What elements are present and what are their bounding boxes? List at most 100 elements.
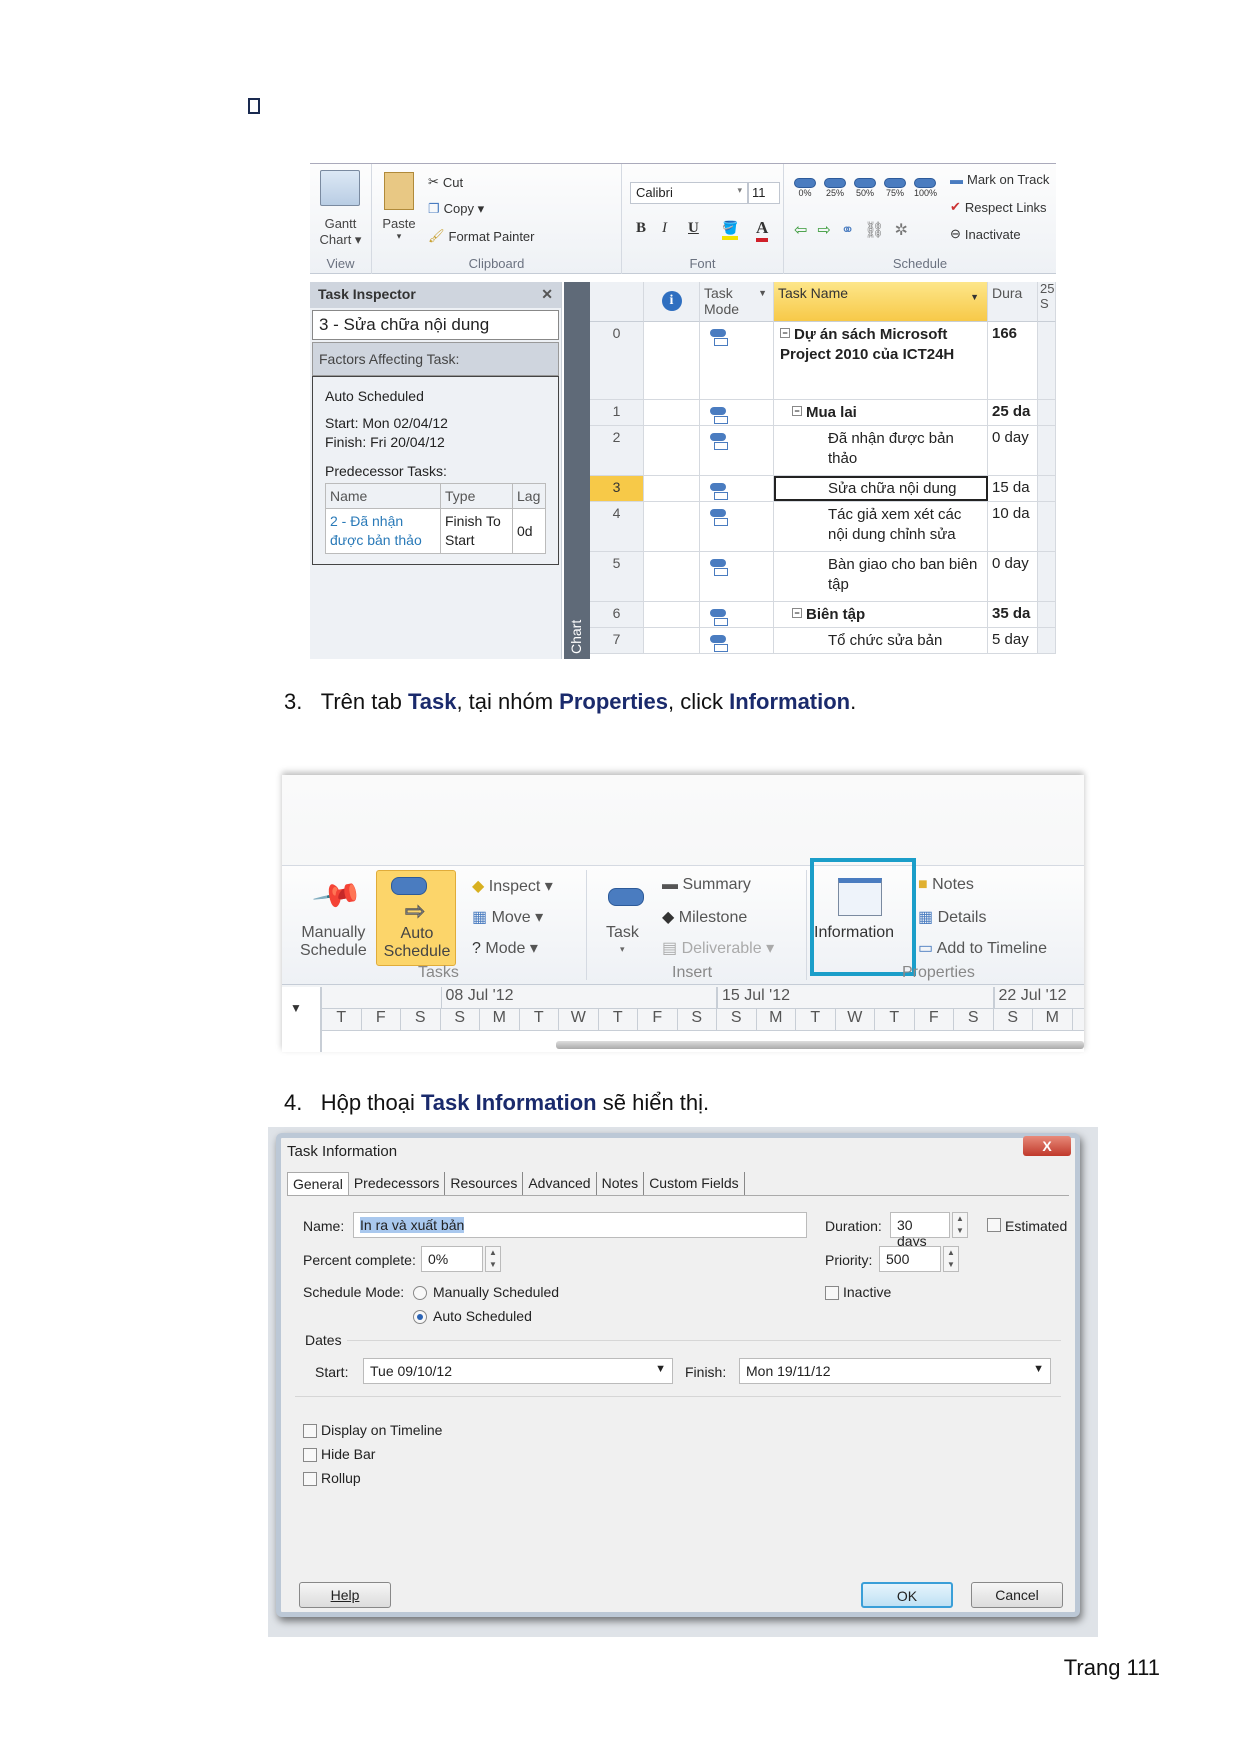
indent-icon[interactable]: ⇨ xyxy=(817,220,830,240)
estimated-checkbox[interactable] xyxy=(987,1218,1001,1232)
tab-notes[interactable]: Notes xyxy=(597,1172,645,1195)
task-name-cell[interactable]: − Mua lai xyxy=(774,400,988,425)
close-icon[interactable]: ✕ xyxy=(541,286,553,304)
task-row[interactable]: 7 Tổ chức sửa bản 5 day xyxy=(590,628,1056,654)
col-header-id[interactable] xyxy=(590,282,644,322)
respect-links-button[interactable]: ✔ Respect Links xyxy=(950,199,1047,215)
collapse-icon[interactable]: − xyxy=(792,608,802,618)
tab-resources[interactable]: Resources xyxy=(445,1172,524,1195)
col-header-duration[interactable]: Dura xyxy=(988,282,1038,322)
filter-dropdown-icon[interactable]: ▼ xyxy=(970,292,979,302)
underline-button[interactable]: U xyxy=(688,220,699,237)
auto-schedule-button[interactable]: ⇨ Auto Schedule xyxy=(376,870,456,966)
font-size-select[interactable]: 11 xyxy=(748,182,780,204)
priority-input[interactable]: 500 xyxy=(879,1246,941,1272)
font-color-button[interactable]: A xyxy=(756,218,769,242)
start-date-select[interactable]: Tue 09/10/12 ▼ xyxy=(363,1358,673,1384)
task-row[interactable]: 5 Bàn giao cho ban biên tập 0 day xyxy=(590,552,1056,602)
mode-button[interactable]: ? Mode ▾ xyxy=(472,938,538,958)
format-painter-button[interactable]: 🖌 Format Painter xyxy=(428,228,535,244)
pct-0-button[interactable]: 0% xyxy=(794,178,816,198)
name-input[interactable]: In ra và xuất bản xyxy=(353,1212,807,1238)
task-name-cell[interactable]: Bàn giao cho ban biên tập xyxy=(774,552,988,601)
collapse-icon[interactable]: − xyxy=(780,328,790,338)
highlight-color-button[interactable]: 🪣 xyxy=(722,220,739,240)
add-to-timeline-button[interactable]: ▭ Add to Timeline xyxy=(918,938,1047,958)
duration-cell[interactable]: 15 da xyxy=(988,476,1038,501)
milestone-button[interactable]: ◆ Milestone xyxy=(662,907,747,927)
copy-button[interactable]: ❐ Copy ▾ xyxy=(428,201,484,217)
task-row[interactable]: 1− Mua lai 25 da xyxy=(590,400,1056,426)
move-button[interactable]: ▦ Move ▾ xyxy=(472,907,543,927)
mark-on-track-button[interactable]: ▬ Mark on Track xyxy=(950,172,1049,187)
inactive-checkbox[interactable] xyxy=(825,1286,839,1300)
filter-dropdown-icon[interactable]: ▼ xyxy=(758,288,767,298)
duration-cell[interactable]: 0 day xyxy=(988,552,1038,601)
tab-predecessors[interactable]: Predecessors xyxy=(349,1172,446,1195)
col-header-task-mode[interactable]: Task Mode ▼ xyxy=(700,282,774,322)
link-tasks-icon[interactable]: ⛓ xyxy=(864,220,884,240)
font-family-select[interactable]: Calibri ▾ xyxy=(630,182,748,204)
tab-custom-fields[interactable]: Custom Fields xyxy=(644,1172,745,1195)
task-row[interactable]: 3 Sửa chữa nội dung 15 da xyxy=(590,476,1056,502)
tab-advanced[interactable]: Advanced xyxy=(523,1172,597,1195)
percent-complete-input[interactable]: 0% xyxy=(421,1246,483,1272)
duration-cell[interactable]: 25 da xyxy=(988,400,1038,425)
help-button[interactable]: Help xyxy=(299,1582,391,1608)
cancel-button[interactable]: Cancel xyxy=(971,1582,1063,1608)
cut-button[interactable]: ✂ Cut xyxy=(428,174,463,190)
duration-cell[interactable]: 5 day xyxy=(988,628,1038,653)
display-on-timeline-checkbox[interactable] xyxy=(303,1424,317,1438)
priority-spinner[interactable]: ▲ ▼ xyxy=(943,1246,959,1272)
ok-button[interactable]: OK xyxy=(861,1582,953,1608)
task-name-cell[interactable]: Đã nhận được bản thảo xyxy=(774,426,988,475)
col-header-info[interactable]: i xyxy=(644,282,700,322)
close-button[interactable]: X xyxy=(1023,1136,1071,1156)
task-row[interactable]: 2 Đã nhận được bản thảo 0 day xyxy=(590,426,1056,476)
duration-input[interactable]: 30 days xyxy=(890,1212,950,1249)
pct-100-button[interactable]: 100% xyxy=(914,178,937,198)
task-name-cell[interactable]: Sửa chữa nội dung xyxy=(774,476,988,501)
notes-button[interactable]: ■ Notes xyxy=(918,876,974,894)
duration-cell[interactable]: 35 da xyxy=(988,602,1038,627)
pct-25-button[interactable]: 25% xyxy=(824,178,846,198)
auto-scheduled-radio[interactable] xyxy=(413,1310,427,1324)
bold-button[interactable]: B xyxy=(636,220,646,237)
hide-bar-checkbox[interactable] xyxy=(303,1448,317,1462)
italic-button[interactable]: I xyxy=(662,220,667,237)
percent-spinner[interactable]: ▲ ▼ xyxy=(485,1246,501,1272)
pct-75-button[interactable]: 75% xyxy=(884,178,906,198)
rollup-checkbox[interactable] xyxy=(303,1472,317,1486)
timescale-dropdown-icon[interactable]: ▼ xyxy=(290,1001,302,1015)
manually-scheduled-radio[interactable] xyxy=(413,1286,427,1300)
task-name-cell[interactable]: Tổ chức sửa bản xyxy=(774,628,988,653)
collapse-icon[interactable]: − xyxy=(792,406,802,416)
finish-date-select[interactable]: Mon 19/11/12 ▼ xyxy=(739,1358,1051,1384)
paste-button[interactable]: Paste ▾ xyxy=(376,216,422,242)
details-button[interactable]: ▦ Details xyxy=(918,907,986,927)
col-lag: Lag xyxy=(512,482,546,510)
deliverable-button[interactable]: ▤ Deliverable ▾ xyxy=(662,938,774,958)
task-name-cell[interactable]: − Dự án sách Microsoft Project 2010 của I… xyxy=(774,322,988,399)
unlink-tasks-icon[interactable]: ✲ xyxy=(895,220,908,240)
duration-spinner[interactable]: ▲ ▼ xyxy=(952,1212,968,1238)
task-name-cell[interactable]: Tác giả xem xét các nội dung chỉnh sửa xyxy=(774,502,988,551)
task-name-cell[interactable]: − Biên tập xyxy=(774,602,988,627)
duration-cell[interactable]: 10 da xyxy=(988,502,1038,551)
task-row[interactable]: 0 − Dự án sách Microsoft Project 2010 của … xyxy=(590,322,1056,400)
outdent-icon[interactable]: ⇦ xyxy=(794,220,807,240)
split-task-icon[interactable]: ⚭ xyxy=(841,220,854,240)
gantt-chart-button[interactable]: Gantt Chart ▾ xyxy=(310,216,371,247)
priority-label: Priority: xyxy=(825,1252,873,1268)
task-row[interactable]: 4 Tác giả xem xét các nội dung chỉnh sửa 1… xyxy=(590,502,1056,552)
duration-cell[interactable]: 166 xyxy=(988,322,1038,399)
tab-general[interactable]: General xyxy=(287,1172,349,1195)
predecessor-link[interactable]: 2 - Đã nhận được bản thảo xyxy=(325,508,441,555)
inactivate-button[interactable]: ⊖ Inactivate xyxy=(950,226,1021,242)
task-row[interactable]: 6− Biên tập 35 da xyxy=(590,602,1056,628)
pct-50-button[interactable]: 50% xyxy=(854,178,876,198)
duration-cell[interactable]: 0 day xyxy=(988,426,1038,475)
inspect-button[interactable]: ◆ Inspect ▾ xyxy=(472,876,553,896)
summary-button[interactable]: ▬ Summary xyxy=(662,876,751,894)
col-header-task-name[interactable]: Task Name ▼ xyxy=(774,282,988,322)
